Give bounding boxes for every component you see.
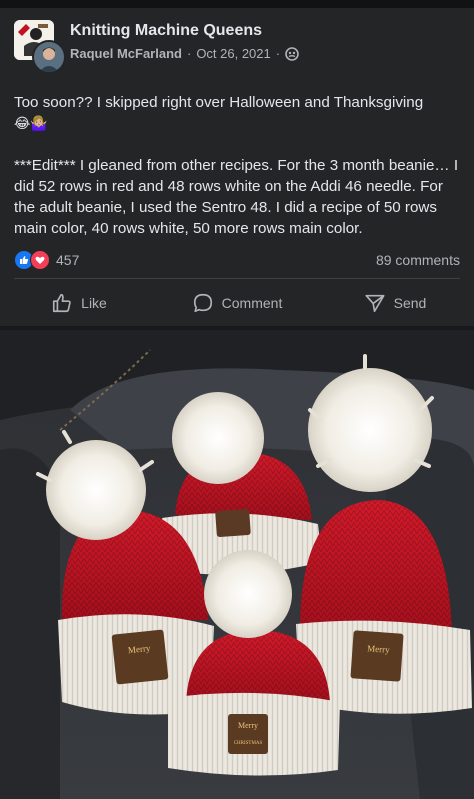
thumbs-up-icon bbox=[53, 293, 71, 313]
comment-bubble-icon bbox=[193, 293, 212, 313]
group-name[interactable]: Knitting Machine Queens bbox=[70, 22, 262, 40]
author-name[interactable]: Raquel McFarland bbox=[70, 46, 182, 61]
like-button[interactable]: Like bbox=[0, 280, 158, 326]
reaction-count: 457 bbox=[56, 252, 80, 268]
user-avatar[interactable] bbox=[32, 40, 66, 74]
avatar-group[interactable] bbox=[14, 20, 66, 74]
love-reaction-icon bbox=[30, 250, 50, 270]
post-text-edit: ***Edit*** I gleaned from other recipes.… bbox=[14, 157, 459, 237]
label-merry: Merry bbox=[238, 721, 258, 730]
post-text: Too soon?? I skipped right over Hallowee… bbox=[14, 92, 462, 239]
action-bar: Like Comment Send bbox=[0, 280, 474, 326]
user-photo-icon bbox=[34, 42, 64, 72]
post-emojis: 😂🤷🏼‍♀️ bbox=[14, 115, 48, 131]
post-date[interactable]: Oct 26, 2021 bbox=[196, 46, 270, 61]
send-button[interactable]: Send bbox=[316, 280, 474, 326]
comments-count[interactable]: 89 comments bbox=[376, 252, 460, 268]
post-text-line1: Too soon?? I skipped right over Hallowee… bbox=[14, 94, 424, 111]
label-christmas: CHRISTMAS bbox=[234, 741, 263, 746]
santa-hats-photo: Merry Merry Merry CHRISTMAS bbox=[0, 330, 474, 799]
comment-button[interactable]: Comment bbox=[158, 280, 316, 326]
post-header: Knitting Machine Queens Raquel McFarland… bbox=[14, 20, 464, 80]
meta-separator: · bbox=[186, 46, 192, 61]
post-photo[interactable]: Merry Merry Merry CHRISTMAS bbox=[0, 330, 474, 799]
label-merry: Merry bbox=[367, 643, 391, 655]
divider bbox=[14, 278, 460, 279]
group-icon bbox=[285, 46, 299, 61]
post-meta: Raquel McFarland · Oct 26, 2021 · bbox=[70, 46, 299, 61]
send-label: Send bbox=[393, 295, 427, 311]
meta-separator: · bbox=[275, 46, 281, 61]
send-icon bbox=[365, 294, 385, 313]
reaction-summary[interactable]: 457 bbox=[14, 250, 79, 270]
like-label: Like bbox=[81, 295, 107, 311]
post-card: Knitting Machine Queens Raquel McFarland… bbox=[0, 8, 474, 326]
status-strip bbox=[0, 0, 474, 8]
comment-label: Comment bbox=[221, 295, 283, 311]
